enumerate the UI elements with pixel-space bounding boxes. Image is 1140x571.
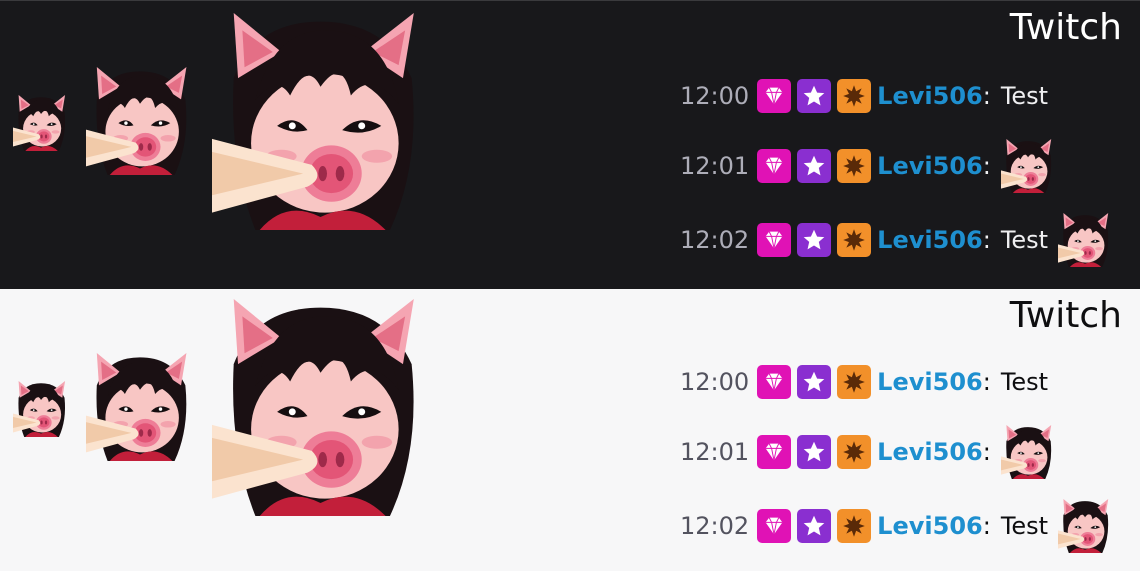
emote-medium-preview [86, 67, 194, 175]
username-colon: : [982, 368, 991, 396]
emote-large-preview [212, 299, 429, 516]
message-timestamp: 12:01 [680, 438, 750, 466]
username-colon: : [982, 82, 991, 110]
star-icon [802, 228, 826, 252]
message-text: Test [1000, 226, 1049, 254]
username[interactable]: Levi506 [877, 368, 983, 396]
starburst-badge[interactable] [837, 149, 872, 183]
username-colon: : [982, 226, 991, 254]
panel-title: Twitch [1009, 7, 1122, 48]
message-timestamp: 12:02 [680, 512, 750, 540]
star-badge[interactable] [797, 435, 832, 469]
dark-theme-panel: Twitch 12:00 Levi506 : Test 12:01 Levi50… [0, 0, 1140, 289]
gem-badge[interactable] [757, 435, 792, 469]
starburst-badge[interactable] [837, 365, 872, 399]
pig-girl-emote-icon [1001, 425, 1055, 479]
username[interactable]: Levi506 [877, 512, 983, 540]
emote-small-preview [13, 95, 69, 151]
message-timestamp: 12:00 [680, 82, 750, 110]
gem-icon [762, 440, 786, 464]
gem-badge[interactable] [757, 509, 792, 543]
gem-badge[interactable] [757, 223, 792, 257]
star-icon [802, 440, 826, 464]
starburst-icon [842, 84, 866, 108]
username[interactable]: Levi506 [877, 82, 983, 110]
username[interactable]: Levi506 [877, 152, 983, 180]
message-timestamp: 12:02 [680, 226, 750, 254]
pig-girl-emote-icon [1001, 139, 1055, 193]
gem-badge[interactable] [757, 149, 792, 183]
light-theme-panel: Twitch 12:00 Levi506 : Test 12:01 Levi50… [0, 289, 1140, 571]
chat-message: 12:00 Levi506 : Test [680, 79, 1048, 113]
star-badge[interactable] [797, 79, 832, 113]
pig-girl-emote-icon [1058, 213, 1112, 267]
starburst-icon [842, 370, 866, 394]
starburst-icon [842, 228, 866, 252]
username-colon: : [982, 152, 991, 180]
star-badge[interactable] [797, 365, 832, 399]
gem-badge[interactable] [757, 365, 792, 399]
gem-icon [762, 228, 786, 252]
username-colon: : [982, 438, 991, 466]
chat-message: 12:02 Levi506 : Test [680, 213, 1112, 267]
username[interactable]: Levi506 [877, 226, 983, 254]
gem-icon [762, 154, 786, 178]
message-text: Test [1000, 82, 1049, 110]
star-icon [802, 370, 826, 394]
username[interactable]: Levi506 [877, 438, 983, 466]
gem-icon [762, 514, 786, 538]
starburst-icon [842, 514, 866, 538]
panel-title: Twitch [1009, 295, 1122, 336]
emote-small-preview [13, 381, 69, 437]
star-badge[interactable] [797, 223, 832, 257]
message-text: Test [1000, 368, 1049, 396]
message-timestamp: 12:01 [680, 152, 750, 180]
chat-message: 12:01 Levi506 : [680, 139, 1055, 193]
starburst-icon [842, 154, 866, 178]
starburst-icon [842, 440, 866, 464]
message-text: Test [1000, 512, 1049, 540]
star-badge[interactable] [797, 149, 832, 183]
star-badge[interactable] [797, 509, 832, 543]
gem-badge[interactable] [757, 79, 792, 113]
gem-icon [762, 370, 786, 394]
starburst-badge[interactable] [837, 223, 872, 257]
emote-large-preview [212, 13, 429, 230]
chat-message: 12:02 Levi506 : Test [680, 499, 1112, 553]
chat-message: 12:00 Levi506 : Test [680, 365, 1048, 399]
star-icon [802, 514, 826, 538]
starburst-badge[interactable] [837, 79, 872, 113]
username-colon: : [982, 512, 991, 540]
pig-girl-emote-icon [1058, 499, 1112, 553]
gem-icon [762, 84, 786, 108]
starburst-badge[interactable] [837, 509, 872, 543]
star-icon [802, 84, 826, 108]
star-icon [802, 154, 826, 178]
emote-medium-preview [86, 353, 194, 461]
message-timestamp: 12:00 [680, 368, 750, 396]
chat-message: 12:01 Levi506 : [680, 425, 1055, 479]
starburst-badge[interactable] [837, 435, 872, 469]
